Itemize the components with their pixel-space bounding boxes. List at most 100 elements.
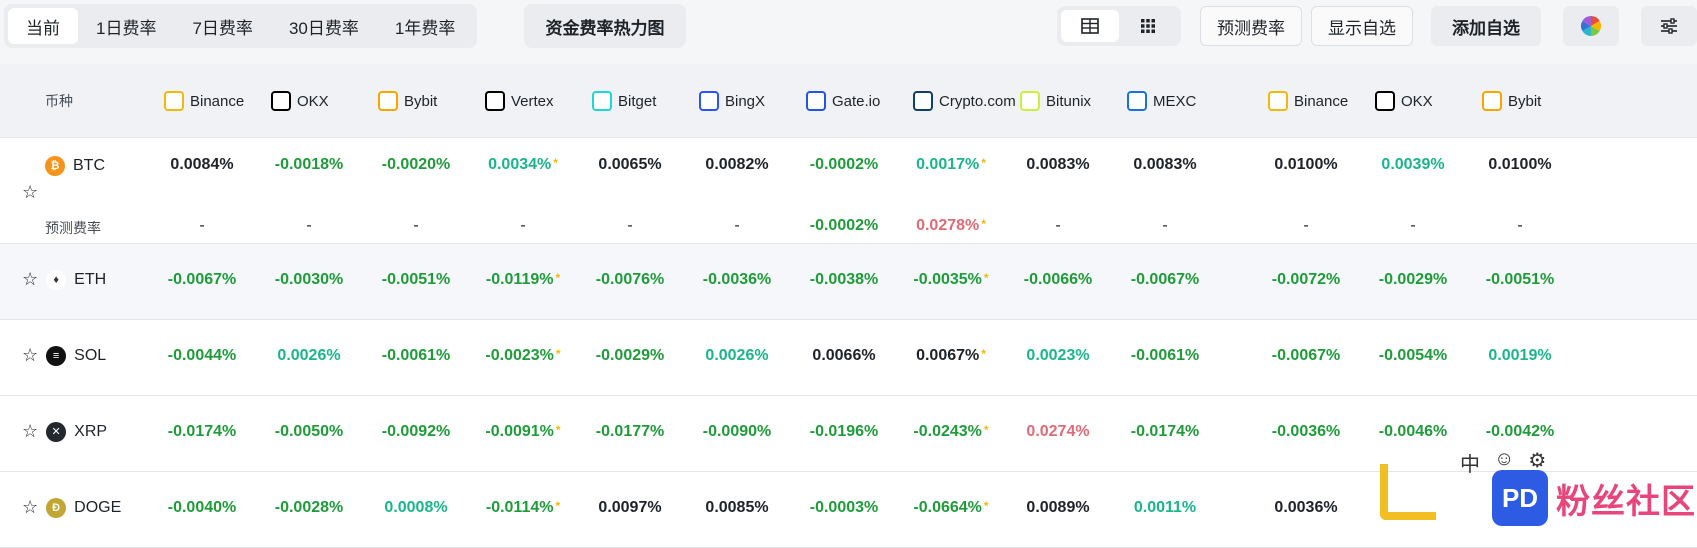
smiley-icon[interactable]: ☺ <box>1494 448 1514 477</box>
rate-value: - <box>1162 217 1168 234</box>
table-view-button[interactable] <box>1061 10 1119 42</box>
bitunix-icon <box>1020 91 1040 111</box>
exchange-header-gateio[interactable]: Gate.io <box>806 64 880 138</box>
add-favorites-button[interactable]: 添加自选 <box>1431 6 1541 46</box>
exchange-name: OKX <box>1401 92 1433 110</box>
rate-cell: 0.0085% <box>705 499 768 517</box>
rate-value: -0.0072% <box>1271 271 1341 288</box>
exchange-header-bitget[interactable]: Bitget <box>592 64 656 138</box>
gear-icon[interactable]: ⚙ <box>1528 448 1546 477</box>
rate-cell: -0.0067% <box>1131 271 1200 289</box>
show-favorites-button[interactable]: 显示自选 <box>1311 6 1413 46</box>
exchange-name: MEXC <box>1153 92 1197 110</box>
rate-value: -0.0050% <box>274 423 344 440</box>
predicted-rate-cell: -0.0002% <box>810 217 879 235</box>
settings-button[interactable] <box>1641 6 1697 46</box>
rate-value: 0.0036% <box>1274 499 1338 516</box>
rate-value: 0.0082% <box>705 156 769 173</box>
cryptocom-icon <box>913 91 933 111</box>
favorite-star-icon[interactable]: ☆ <box>22 497 38 518</box>
predicted-rate-label: 预测费率 <box>45 220 101 236</box>
rate-value: -0.0003% <box>809 499 879 516</box>
binance-icon <box>164 91 184 111</box>
tab-1[interactable]: 1日费率 <box>78 8 174 44</box>
coin-symbol: DOGE <box>74 498 122 516</box>
rate-cell: -0.0035% * <box>913 271 988 289</box>
color-theme-button[interactable] <box>1563 6 1619 46</box>
heatmap-button[interactable]: 资金费率热力图 <box>524 4 686 48</box>
favorite-star-icon[interactable]: ☆ <box>22 421 38 442</box>
period-tabs: 当前 1日费率 7日费率 30日费率 1年费率 <box>4 4 478 48</box>
predicted-rate-cell: - <box>413 217 418 235</box>
exchange-name: Binance <box>190 92 245 110</box>
tab-0[interactable]: 当前 <box>8 8 78 44</box>
rate-cell: 0.0083% <box>1026 156 1089 174</box>
table-row[interactable]: ☆ ≡ SOL -0.0044% 0.0026% -0.0061% -0.0023% * -0.… <box>0 320 1697 396</box>
tab-3[interactable]: 30日费率 <box>271 8 377 44</box>
rate-cell: -0.0090% <box>703 423 772 441</box>
rate-cell: -0.0114% * <box>486 499 560 517</box>
rate-value: -0.0177% <box>595 423 665 440</box>
rate-cell: 0.0089% <box>1026 499 1089 517</box>
rate-value: -0.0051% <box>381 271 451 288</box>
grid-icon <box>1141 19 1155 33</box>
color-wheel-icon <box>1581 16 1601 36</box>
doge-coin-icon: Ð <box>46 497 67 518</box>
rate-value: 0.0065% <box>598 156 662 173</box>
okx-icon <box>271 91 291 111</box>
rate-cell: -0.0051% <box>382 271 451 289</box>
exchange-header-bingx[interactable]: BingX <box>699 64 765 138</box>
favorite-star-icon[interactable]: ☆ <box>22 182 38 203</box>
rate-cell: -0.0177% <box>596 423 665 441</box>
rate-cell: -0.0038% <box>810 271 879 289</box>
exchange-header-binance[interactable]: Binance <box>164 64 244 138</box>
favorite-star-icon[interactable]: ☆ <box>22 269 38 290</box>
rate-value: -0.0092% <box>381 423 451 440</box>
rate-value: 0.0100% <box>1274 156 1338 173</box>
rate-cell: -0.0243% * <box>913 423 988 441</box>
exchange-header-bitunix[interactable]: Bitunix <box>1020 64 1091 138</box>
rate-value: - <box>413 217 419 234</box>
table-row[interactable]: ₿ BTC ☆ 0.0084% -0.0018% -0.0020% 0.0034% * 0.00… <box>0 138 1697 244</box>
rate-value: -0.0091% <box>485 423 554 440</box>
rate-cell: -0.0050% <box>275 423 344 441</box>
rate-value: -0.0061% <box>381 347 451 364</box>
exchange-header-bybit[interactable]: Bybit <box>1482 64 1541 138</box>
exchange-header-vertex[interactable]: Vertex <box>485 64 554 138</box>
rate-value: -0.0035% <box>913 271 982 288</box>
rate-value: -0.0196% <box>809 423 879 440</box>
rate-value: 0.0023% <box>1026 347 1090 364</box>
table-row[interactable]: ☆ ♦ ETH -0.0067% -0.0030% -0.0051% -0.0119% * -0… <box>0 244 1697 320</box>
grid-view-button[interactable] <box>1119 10 1177 42</box>
rate-cell: -0.0029% <box>596 347 665 365</box>
rate-cell: 0.0084% <box>170 156 233 174</box>
toolbar: 当前 1日费率 7日费率 30日费率 1年费率 资金费率热力图 预测费率 显示自选 添加… <box>0 0 1697 62</box>
exchange-header-bybit[interactable]: Bybit <box>378 64 437 138</box>
rate-cell: -0.0664% * <box>913 499 988 517</box>
exchange-header-mexc[interactable]: MEXC <box>1127 64 1196 138</box>
okx-icon <box>1375 91 1395 111</box>
tab-2[interactable]: 7日费率 <box>174 8 270 44</box>
predicted-rate-cell: - <box>734 217 739 235</box>
rate-cell: -0.0036% <box>703 271 772 289</box>
tab-4[interactable]: 1年费率 <box>377 8 473 44</box>
rate-cell: 0.0034% * <box>488 156 558 174</box>
predicted-marker: * <box>555 423 561 437</box>
exchange-header-cryptocom[interactable]: Crypto.com <box>913 64 1016 138</box>
rate-value: -0.0067% <box>167 271 237 288</box>
exchange-header-okx[interactable]: OKX <box>271 64 329 138</box>
watermark-bracket-icon <box>1380 464 1436 520</box>
rate-cell: -0.0076% <box>596 271 665 289</box>
predict-rate-button[interactable]: 预测费率 <box>1200 6 1302 46</box>
rate-cell: -0.0042% <box>1486 423 1555 441</box>
rate-cell: 0.0065% <box>598 156 661 174</box>
rate-cell: 0.0067% * <box>916 347 986 365</box>
coin-symbol: SOL <box>74 346 107 364</box>
exchange-name: Bybit <box>1508 92 1542 110</box>
exchange-header-binance[interactable]: Binance <box>1268 64 1348 138</box>
rate-value: -0.0030% <box>274 271 344 288</box>
ime-language-indicator[interactable]: 中 <box>1460 448 1480 477</box>
exchange-header-okx[interactable]: OKX <box>1375 64 1433 138</box>
favorite-star-icon[interactable]: ☆ <box>22 345 38 366</box>
predicted-marker: * <box>555 347 561 361</box>
